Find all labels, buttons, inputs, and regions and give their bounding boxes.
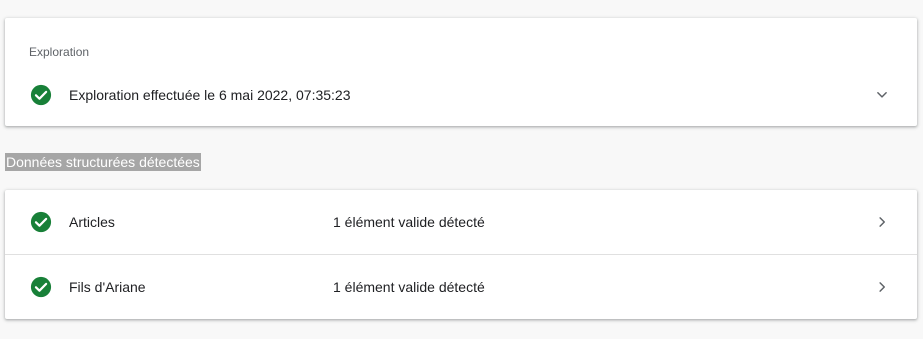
check-circle-icon [30, 84, 52, 106]
structured-data-card: Articles 1 élément valide détecté Fils d… [5, 190, 917, 319]
chevron-right-icon[interactable] [873, 278, 891, 296]
crawl-status-row[interactable]: Exploration effectuée le 6 mai 2022, 07:… [5, 63, 917, 127]
check-circle-icon [30, 211, 52, 233]
structured-data-row-breadcrumbs[interactable]: Fils d'Ariane 1 élément valide détecté [5, 255, 917, 319]
crawl-card: Exploration Exploration effectuée le 6 m… [5, 18, 917, 126]
check-circle-icon [30, 276, 52, 298]
structured-data-row-label: Articles [69, 214, 115, 230]
chevron-right-icon[interactable] [873, 213, 891, 231]
structured-data-heading: Données structurées détectées [5, 153, 201, 171]
crawl-section-label: Exploration [29, 45, 90, 59]
structured-data-row-articles[interactable]: Articles 1 élément valide détecté [5, 190, 917, 254]
chevron-down-icon[interactable] [873, 86, 891, 104]
crawl-status-text: Exploration effectuée le 6 mai 2022, 07:… [69, 87, 351, 103]
structured-data-row-status: 1 élément valide détecté [333, 214, 485, 230]
structured-data-row-label: Fils d'Ariane [69, 279, 146, 295]
structured-data-row-status: 1 élément valide détecté [333, 279, 485, 295]
